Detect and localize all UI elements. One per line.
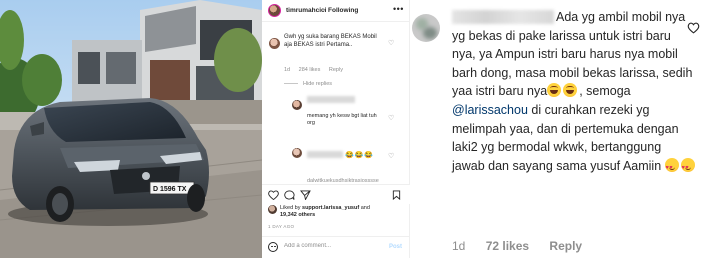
reply-like-heart-icon[interactable]: ♡	[388, 114, 394, 122]
zoomed-comment-meta: 1d 72 likes Reply	[452, 239, 599, 253]
blurred-username	[307, 96, 355, 103]
heart-eyes-emoji-icon	[664, 157, 679, 177]
add-comment-bar: Post	[262, 236, 410, 258]
comment-meta: 1d 284 likes Reply	[284, 67, 350, 73]
follow-status[interactable]: Following	[328, 7, 358, 14]
laughing-emoji-icon	[563, 83, 578, 98]
comment-body: Gwh yg suka barang BEKAS Mobil aja BEKAS…	[284, 34, 377, 48]
reply-text: memang yh kesw bgt liat tuh org	[307, 113, 377, 126]
car-photo-illustration: D 1596 TX	[0, 0, 262, 258]
comment-age: 1d	[452, 239, 466, 253]
reply-emoji: 😂😂😂	[345, 152, 375, 159]
comment-likes[interactable]: 284 likes	[299, 67, 321, 73]
laughing-emoji-icon	[547, 83, 562, 98]
liked-by-and: and	[359, 205, 370, 211]
svg-text:D 1596 TX: D 1596 TX	[153, 186, 187, 193]
share-icon[interactable]	[300, 190, 311, 200]
liked-by-prefix: Liked by	[280, 205, 303, 211]
hide-replies-button[interactable]: Hide replies	[284, 81, 332, 87]
comment-age: 1d	[284, 67, 291, 73]
comment-input[interactable]	[284, 243, 374, 249]
zoomed-comment-panel: Ada yg ambil mobil nya yg bekas di pake …	[410, 0, 720, 258]
instagram-post-panel: timrumahcici • Following ••• Gwh yg suka…	[262, 0, 410, 258]
reply-button[interactable]: Reply	[549, 239, 582, 253]
post-date: 1 DAY AGO	[268, 224, 295, 229]
more-icon[interactable]: •••	[393, 4, 404, 14]
like-heart-icon[interactable]	[687, 22, 700, 34]
comment-text: Gwh yg suka barang BEKAS Mobil aja BEKAS…	[284, 33, 382, 49]
zoomed-comment-text: Ada yg ambil mobil nya yg bekas di pake …	[452, 8, 697, 177]
mention-link[interactable]: @larissachou	[452, 103, 528, 117]
header-separator: •	[323, 7, 326, 14]
reply-avatar[interactable]	[292, 100, 302, 110]
comment-icon[interactable]	[284, 190, 295, 200]
liked-by-user[interactable]: support.larissa_yusuf	[302, 205, 359, 211]
post-photo: D 1596 TX	[0, 0, 262, 258]
comment-text-part-b: , semoga	[579, 84, 631, 99]
bookmark-icon[interactable]	[392, 190, 401, 200]
post-header: timrumahcici • Following •••	[262, 0, 410, 22]
emoji-icon[interactable]	[268, 242, 278, 252]
reply-like-heart-icon[interactable]: ♡	[388, 152, 394, 160]
heart-icon[interactable]	[268, 190, 279, 200]
comment-likes[interactable]: 72 likes	[486, 239, 529, 253]
liked-by-count[interactable]: 19,342 others	[280, 212, 315, 218]
post-comment-button[interactable]: Post	[389, 244, 402, 250]
comment-reply-button[interactable]: Reply	[329, 67, 343, 73]
liked-by-text: Liked by support.larissa_yusuf and 19,342…	[280, 205, 408, 219]
liked-by-avatar[interactable]	[268, 205, 277, 214]
commenter-avatar[interactable]	[269, 38, 280, 49]
reply-avatar[interactable]	[292, 148, 302, 158]
poster-username[interactable]: timrumahcici	[286, 7, 326, 14]
blurred-reply	[307, 151, 343, 158]
zoomed-commenter-avatar[interactable]	[412, 14, 440, 42]
post-action-bar	[262, 184, 410, 204]
poster-avatar[interactable]	[268, 4, 281, 17]
heart-eyes-emoji-icon	[680, 157, 695, 177]
comment-like-heart-icon[interactable]: ♡	[388, 39, 394, 47]
